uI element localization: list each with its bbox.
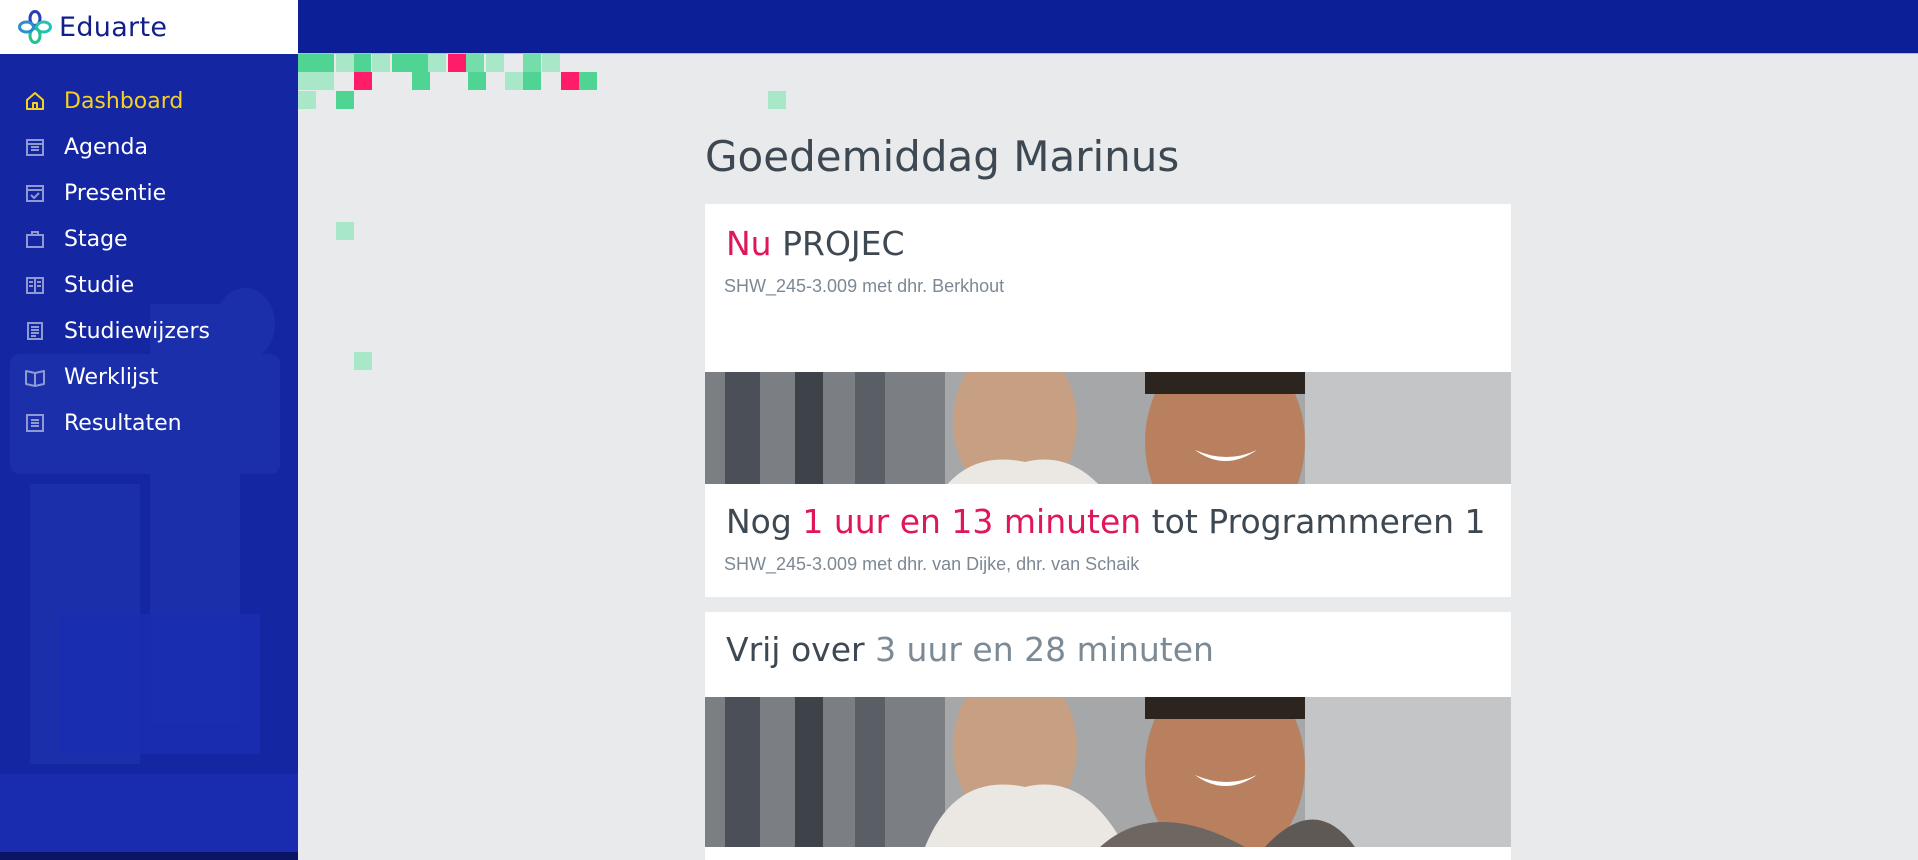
next-lesson-location: SHW_245-3.009 met dhr. van Dijke, dhr. v… [724,554,1140,574]
free-time-photo [705,697,1511,847]
sidebar-item-studie[interactable]: Studie [0,262,298,308]
free-countdown: 3 uur en 28 minuten [875,630,1214,669]
sidebar-footer-strip [0,852,298,860]
current-lesson-title: Nu PROJEC [726,224,905,263]
top-bar [298,0,1918,54]
calendar-icon [26,139,44,156]
next-countdown: 1 uur en 13 minuten [802,502,1142,541]
eduarte-flower-logo-icon [18,10,52,44]
document-list-icon [27,322,43,340]
sidebar-item-werklijst[interactable]: Werklijst [0,354,298,400]
open-book-icon [25,370,45,387]
app-logo[interactable]: Eduarte [0,0,298,54]
sidebar-item-label: Agenda [64,134,148,160]
now-label: Nu [726,224,772,263]
book-columns-icon [26,277,44,294]
briefcase-icon [26,231,44,248]
app-name: Eduarte [59,11,168,43]
sidebar-nav: Dashboard Agenda Presentie Stage Studie … [0,78,298,446]
next-prefix: Nog [726,502,792,541]
next-lesson-title: Nog 1 uur en 13 minuten tot Programmeren… [726,502,1486,541]
free-prefix: Vrij over [726,630,865,669]
page-title: Goedemiddag Marinus [705,132,1180,181]
sidebar-item-presentie[interactable]: Presentie [0,170,298,216]
sidebar-item-label: Resultaten [64,410,182,436]
main-content: Goedemiddag Marinus Nu PROJEC SHW_245-3.… [298,54,1918,860]
sidebar: Dashboard Agenda Presentie Stage Studie … [0,54,298,860]
home-icon [26,92,44,110]
next-lesson-card[interactable]: Nog 1 uur en 13 minuten tot Programmeren… [705,484,1511,597]
list-icon [26,414,44,432]
lesson-location: SHW_245-3.009 met dhr. Berkhout [724,276,1005,296]
next-lesson-name: Programmeren 1 [1208,502,1486,541]
lesson-name: PROJEC [782,224,905,263]
sidebar-item-label: Studiewijzers [64,318,210,344]
calendar-check-icon [26,185,44,202]
sidebar-item-agenda[interactable]: Agenda [0,124,298,170]
sidebar-item-resultaten[interactable]: Resultaten [0,400,298,446]
sidebar-item-dashboard[interactable]: Dashboard [0,78,298,124]
sidebar-item-label: Werklijst [64,364,159,390]
current-lesson-card[interactable]: Nu PROJEC SHW_245-3.009 met dhr. Berkhou… [705,204,1511,522]
sidebar-item-label: Dashboard [64,88,184,114]
sidebar-item-studiewijzers[interactable]: Studiewijzers [0,308,298,354]
sidebar-item-label: Studie [64,272,135,298]
sidebar-item-stage[interactable]: Stage [0,216,298,262]
free-time-card[interactable]: Vrij over 3 uur en 28 minuten [705,612,1511,860]
free-time-title: Vrij over 3 uur en 28 minuten [726,630,1214,669]
next-connector: tot [1151,502,1198,541]
sidebar-item-label: Stage [64,226,128,252]
sidebar-item-label: Presentie [64,180,167,206]
